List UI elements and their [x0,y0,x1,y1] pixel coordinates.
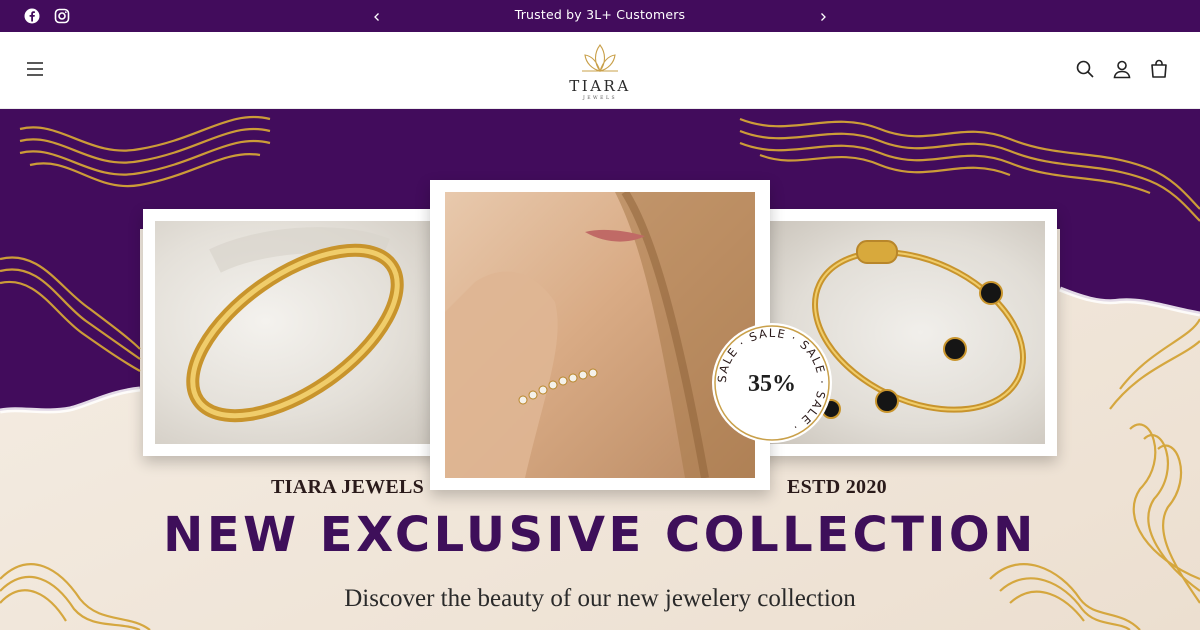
account-icon [1113,60,1131,79]
product-image-bangle[interactable] [143,209,443,456]
hero-subtitle: Discover the beauty of our new jewelery … [344,585,856,612]
sale-badge-value: 35% [748,371,796,397]
hamburger-menu-icon [27,62,43,76]
next-announcement-button[interactable] [816,9,830,23]
menu-button[interactable] [24,58,46,80]
logo-tagline: JEWELS [582,96,618,101]
cart-button[interactable] [1148,58,1170,80]
search-button[interactable] [1074,58,1096,80]
search-icon [1076,60,1094,78]
chevron-right-icon [821,13,826,21]
chevron-left-icon [374,13,379,21]
sale-badge: SALE · SALE · SALE · SALE · 35% [710,321,834,445]
model-graphic [445,192,755,478]
site-header: TIARA JEWELS [0,32,1200,109]
hero-title: NEW EXCLUSIVE COLLECTION [163,507,1037,563]
logo-wordmark: TIARA [569,77,631,95]
facebook-icon[interactable] [24,8,40,24]
established-label: ESTD 2020 [787,476,887,498]
hero-banner[interactable]: SALE · SALE · SALE · SALE · 35% TIARA JE… [0,109,1200,630]
lotus-icon [582,44,618,72]
account-button[interactable] [1111,58,1133,80]
instagram-icon[interactable] [54,8,70,24]
site-logo[interactable]: TIARA JEWELS [560,41,640,103]
cart-icon [1151,59,1167,78]
announcement-bar: Trusted by 3L+ Customers [0,0,1200,32]
gold-bangle-graphic [186,227,404,423]
prev-announcement-button[interactable] [370,9,384,23]
brand-label: TIARA JEWELS [271,476,425,498]
announcement-text: Trusted by 3L+ Customers [514,7,686,22]
